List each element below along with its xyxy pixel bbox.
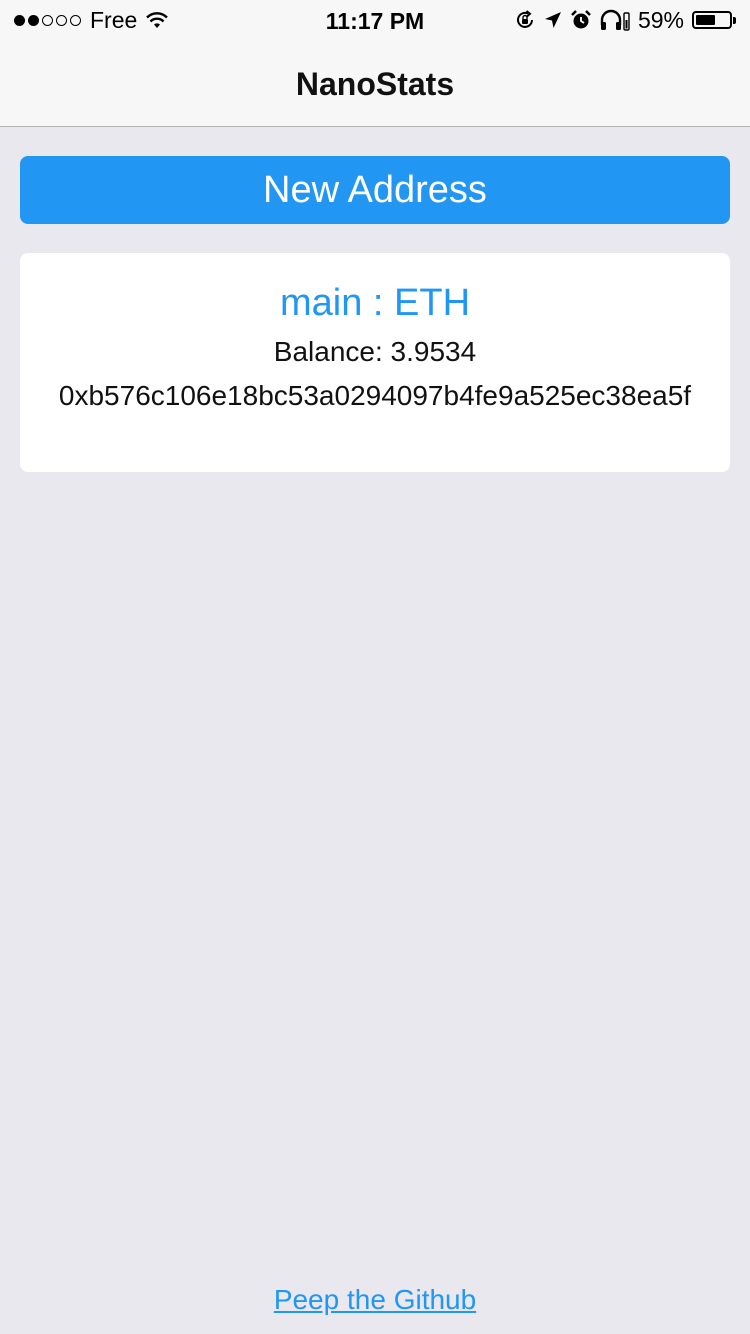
alarm-icon	[570, 9, 592, 31]
wallet-address: 0xb576c106e18bc53a0294097b4fe9a525ec38ea…	[58, 380, 692, 411]
status-bar: Free 11:17 PM 59%	[0, 0, 750, 40]
battery-icon	[692, 11, 736, 29]
status-right: 59%	[514, 6, 736, 33]
battery-tip	[733, 16, 736, 24]
page-title: NanoStats	[295, 66, 455, 102]
headphones-icon	[600, 9, 630, 31]
address-card-title: main : ETH	[279, 282, 471, 324]
github-link[interactable]: Peep the Github	[0, 1284, 750, 1316]
battery-body	[692, 11, 732, 29]
address-card[interactable]: main : ETH Balance: 3.9534 0xb576c106e18…	[20, 253, 730, 472]
location-icon	[544, 10, 562, 30]
address-balance: Balance: 3.9534	[273, 336, 477, 367]
orientation-lock-icon	[514, 9, 536, 31]
navigation-bar: NanoStats	[0, 40, 750, 127]
battery-fill	[696, 15, 715, 25]
battery-percent: 59%	[637, 6, 684, 33]
new-address-button[interactable]: New Address	[20, 156, 730, 224]
